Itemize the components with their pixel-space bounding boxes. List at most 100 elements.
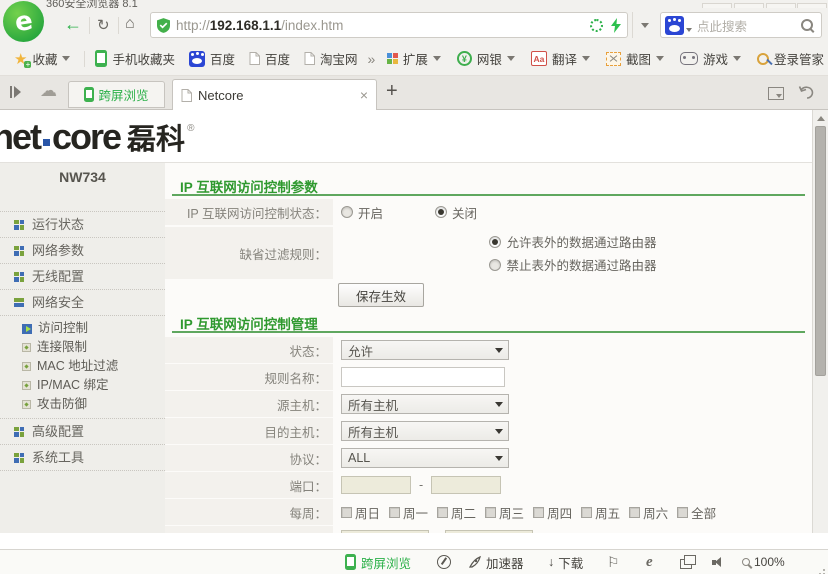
baidu-paw-icon[interactable] xyxy=(665,16,684,35)
radio-icon[interactable] xyxy=(435,206,447,218)
dropdown-icon[interactable] xyxy=(433,56,441,61)
weekday-thursday[interactable]: 周四 xyxy=(533,503,572,522)
weekday-wednesday[interactable]: 周三 xyxy=(485,503,524,522)
save-button[interactable]: 保存生效 xyxy=(338,283,424,307)
url-history-dropdown[interactable] xyxy=(632,12,657,38)
checkbox-icon[interactable] xyxy=(389,507,400,518)
favorites-star-icon[interactable]: ★ xyxy=(14,50,27,68)
checkbox-icon[interactable] xyxy=(485,507,496,518)
sidebar-item-running-status[interactable]: 运行状态 xyxy=(0,211,165,237)
page-icon[interactable] xyxy=(249,52,260,65)
toolbar-login-manager[interactable]: 登录管家 xyxy=(757,49,824,68)
toolbar-games[interactable]: 游戏 xyxy=(680,49,745,68)
weekday-tuesday[interactable]: 周二 xyxy=(437,503,476,522)
refresh-icon[interactable]: ↻ xyxy=(97,16,110,34)
dropdown-icon[interactable] xyxy=(733,56,741,61)
scroll-up-arrow-icon[interactable] xyxy=(817,116,825,121)
back-icon[interactable]: ← xyxy=(64,14,82,35)
checkbox-icon[interactable] xyxy=(437,507,448,518)
reopen-tab-icon[interactable] xyxy=(798,85,815,100)
radio-icon[interactable] xyxy=(341,206,353,218)
weekday-all[interactable]: 全部 xyxy=(677,503,716,522)
toolbar-extensions[interactable]: 扩展 xyxy=(387,49,445,68)
radio-icon[interactable] xyxy=(489,236,501,248)
radio-icon[interactable] xyxy=(489,259,501,271)
checkbox-icon[interactable] xyxy=(677,507,688,518)
dst-host-select[interactable]: 所有主机 xyxy=(341,421,509,441)
window-mode-icon[interactable] xyxy=(680,550,692,574)
compatibility-mode-icon[interactable]: e xyxy=(646,550,653,574)
row-label: 源主机： xyxy=(165,391,333,417)
vertical-scrollbar[interactable] xyxy=(812,110,828,533)
flag-icon[interactable]: ⚐ xyxy=(607,550,620,574)
toolbar-banking[interactable]: ¥ 网银 xyxy=(457,49,519,68)
sidebar-subitem-connection-limit[interactable]: 连接限制 xyxy=(0,338,165,357)
radio-option-allow[interactable]: 允许表外的数据通过路由器 xyxy=(489,232,656,251)
bookmark-baidu-2[interactable]: 百度 xyxy=(265,49,290,68)
dropdown-icon[interactable] xyxy=(582,56,590,61)
statusbar-accelerator[interactable]: 加速器 xyxy=(468,550,524,574)
mobile-favorites-icon[interactable] xyxy=(95,50,107,67)
weekday-monday[interactable]: 周一 xyxy=(389,503,428,522)
bookmark-mobile-favorites[interactable]: 手机收藏夹 xyxy=(112,49,175,68)
src-host-select[interactable]: 所有主机 xyxy=(341,394,509,414)
search-engine-dropdown-icon[interactable] xyxy=(686,28,692,32)
toolbar-translate[interactable]: Aa 翻译 xyxy=(531,49,594,68)
favorites-label[interactable]: 收藏 xyxy=(32,49,57,68)
favorites-dropdown-icon[interactable] xyxy=(62,56,70,61)
checkbox-icon[interactable] xyxy=(629,507,640,518)
radio-option-disable[interactable]: 关闭 xyxy=(435,203,477,222)
cloud-sync-icon[interactable]: ☁ xyxy=(40,81,57,101)
statusbar-cross-screen[interactable]: 跨屏浏览 xyxy=(345,550,411,574)
bookmark-taobao[interactable]: 淘宝网 xyxy=(320,49,358,68)
speaker-icon[interactable] xyxy=(712,550,723,574)
port-to-input[interactable] xyxy=(431,476,501,494)
search-icon[interactable] xyxy=(801,19,813,31)
statusbar-zoom[interactable]: 100% xyxy=(742,550,785,574)
tab-list-icon[interactable] xyxy=(768,87,784,100)
checkbox-icon[interactable] xyxy=(533,507,544,518)
tab-close-icon[interactable]: × xyxy=(360,87,368,103)
bookmark-baidu[interactable]: 百度 xyxy=(210,49,235,68)
sidebar-item-wireless-config[interactable]: 无线配置 xyxy=(0,263,165,289)
tab-netcore[interactable]: Netcore × xyxy=(172,79,377,110)
checkbox-icon[interactable] xyxy=(341,507,352,518)
weekday-saturday[interactable]: 周六 xyxy=(629,503,668,522)
sidebar-subitem-attack-defense[interactable]: 攻击防御 xyxy=(0,395,165,414)
browser-logo-icon[interactable]: e xyxy=(3,1,44,42)
sidebar-subitem-access-control[interactable]: 访问控制 xyxy=(0,319,165,338)
resize-grip[interactable] xyxy=(823,569,825,571)
statusbar-download[interactable]: ↓ 下载 xyxy=(548,550,583,574)
sidebar-item-advanced-config[interactable]: 高级配置 xyxy=(0,418,165,444)
sidebar-subitem-mac-filter[interactable]: MAC 地址过滤 xyxy=(0,357,165,376)
sidebar-item-system-tools[interactable]: 系统工具 xyxy=(0,444,165,471)
radio-option-enable[interactable]: 开启 xyxy=(341,203,383,222)
port-from-input[interactable] xyxy=(341,476,411,494)
speedup-lightning-icon[interactable] xyxy=(611,18,621,33)
weekday-sunday[interactable]: 周日 xyxy=(341,503,380,522)
rule-name-input[interactable] xyxy=(341,367,505,387)
dropdown-icon[interactable] xyxy=(656,56,664,61)
search-box[interactable]: 点此搜索 xyxy=(660,12,822,38)
baidu-paw-icon[interactable] xyxy=(189,51,205,67)
sidebar-item-network-params[interactable]: 网络参数 xyxy=(0,237,165,263)
sidebar-toggle-icon[interactable] xyxy=(10,86,21,98)
protocol-select[interactable]: ALL xyxy=(341,448,509,468)
status-select[interactable]: 允许 xyxy=(341,340,509,360)
cross-screen-tab[interactable]: 跨屏浏览 xyxy=(68,81,165,108)
page-icon[interactable] xyxy=(304,52,315,65)
sidebar-subitem-ip-mac-binding[interactable]: IP/MAC 绑定 xyxy=(0,376,165,395)
checkbox-icon[interactable] xyxy=(581,507,592,518)
new-tab-icon[interactable]: + xyxy=(386,80,398,103)
dropdown-icon[interactable] xyxy=(507,56,515,61)
site-shield-icon[interactable] xyxy=(157,18,170,33)
toolbar-screenshot[interactable]: 截图 xyxy=(606,49,668,68)
radio-option-deny[interactable]: 禁止表外的数据通过路由器 xyxy=(489,255,656,274)
home-icon[interactable]: ⌂ xyxy=(125,15,135,33)
url-field[interactable]: http://192.168.1.1/index.htm xyxy=(150,12,628,38)
network-speed-icon[interactable] xyxy=(437,550,451,574)
weekday-friday[interactable]: 周五 xyxy=(581,503,620,522)
snapshot-page-icon[interactable] xyxy=(590,19,603,32)
vertical-scrollbar-thumb[interactable] xyxy=(815,126,826,376)
sidebar-item-network-security[interactable]: 网络安全 xyxy=(0,289,165,315)
